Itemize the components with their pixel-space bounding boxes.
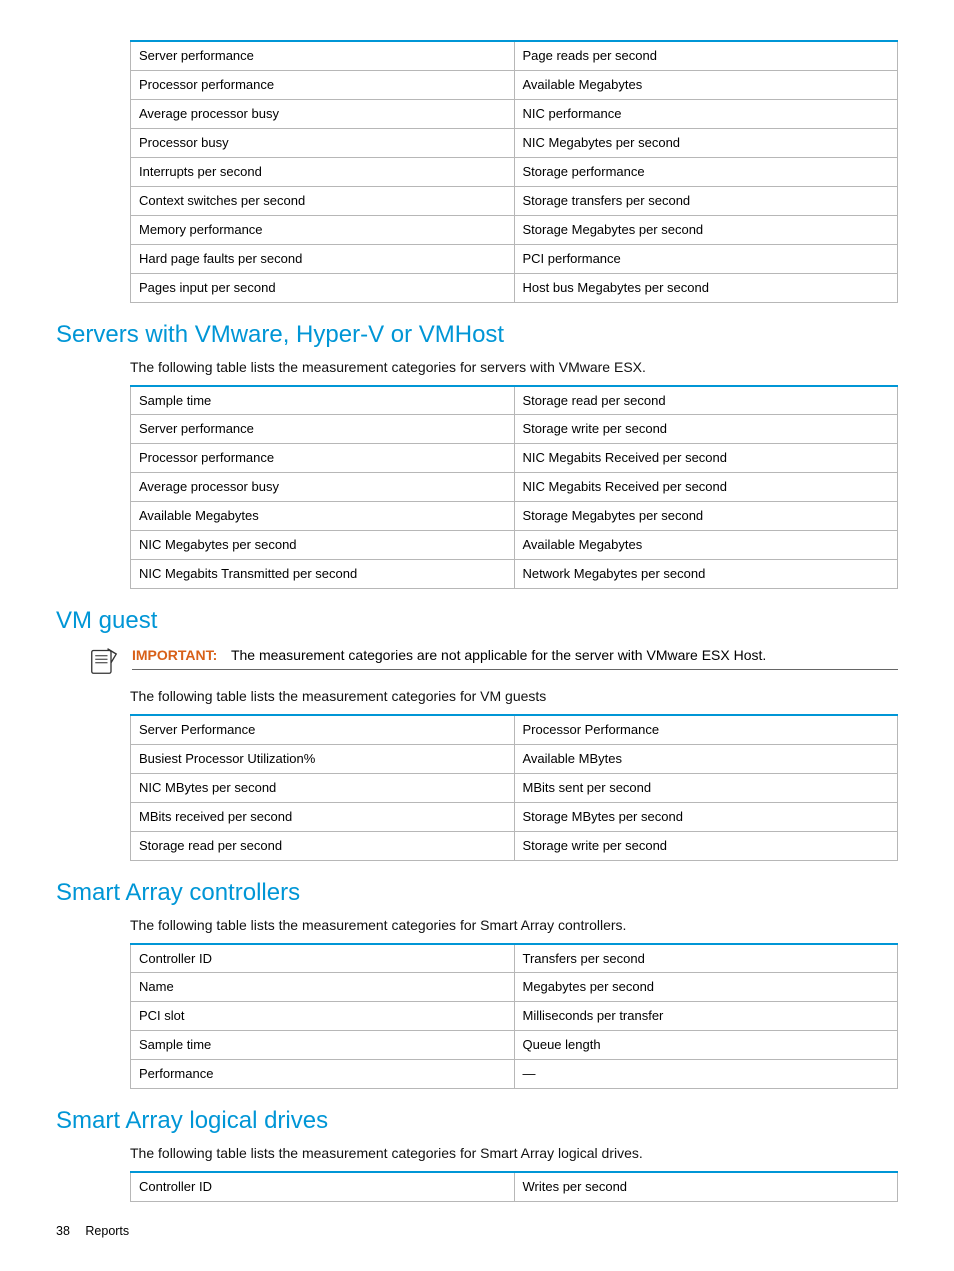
measurement-table-smart-controllers: Controller IDTransfers per second NameMe… (130, 943, 898, 1090)
intro-smart-array-controllers: The following table lists the measuremen… (130, 917, 898, 933)
cell: NIC Megabits Transmitted per second (131, 560, 515, 589)
measurement-table-smart-logical: Controller IDWrites per second (130, 1171, 898, 1202)
cell: NIC MBytes per second (131, 773, 515, 802)
cell: Milliseconds per transfer (514, 1002, 898, 1031)
cell: Storage Megabytes per second (514, 502, 898, 531)
cell: — (514, 1060, 898, 1089)
cell: Server performance (131, 415, 515, 444)
cell: Processor Performance (514, 715, 898, 744)
cell: Available Megabytes (131, 502, 515, 531)
cell: Storage read per second (131, 831, 515, 860)
heading-vmware: Servers with VMware, Hyper-V or VMHost (56, 321, 898, 349)
cell: Hard page faults per second (131, 244, 515, 273)
cell: Busiest Processor Utilization% (131, 744, 515, 773)
intro-vmware: The following table lists the measuremen… (130, 359, 898, 375)
heading-smart-array-logical: Smart Array logical drives (56, 1107, 898, 1135)
cell: NIC Megabytes per second (131, 531, 515, 560)
cell: NIC performance (514, 99, 898, 128)
page-footer: 38 Reports (56, 1224, 898, 1238)
cell: Available MBytes (514, 744, 898, 773)
footer-section: Reports (85, 1224, 129, 1238)
cell: Processor performance (131, 444, 515, 473)
cell: Storage write per second (514, 415, 898, 444)
cell: Available Megabytes (514, 70, 898, 99)
cell: Storage MBytes per second (514, 802, 898, 831)
cell: Queue length (514, 1031, 898, 1060)
cell: Sample time (131, 1031, 515, 1060)
cell: Storage Megabytes per second (514, 215, 898, 244)
cell: Transfers per second (514, 944, 898, 973)
measurement-table-1: Server performancePage reads per second … (130, 40, 898, 303)
cell: Average processor busy (131, 99, 515, 128)
heading-vm-guest: VM guest (56, 607, 898, 635)
cell: NIC Megabytes per second (514, 128, 898, 157)
cell: Megabytes per second (514, 973, 898, 1002)
cell: Network Megabytes per second (514, 560, 898, 589)
cell: Performance (131, 1060, 515, 1089)
cell: Storage read per second (514, 386, 898, 415)
cell: NIC Megabits Received per second (514, 473, 898, 502)
cell: Controller ID (131, 1172, 515, 1201)
cell: Name (131, 973, 515, 1002)
important-note: IMPORTANT: The measurement categories ar… (56, 645, 898, 678)
cell: Storage performance (514, 157, 898, 186)
intro-smart-array-logical: The following table lists the measuremen… (130, 1145, 898, 1161)
measurement-table-vm-guest: Server PerformanceProcessor Performance … (130, 714, 898, 861)
cell: Processor busy (131, 128, 515, 157)
cell: PCI performance (514, 244, 898, 273)
cell: Writes per second (514, 1172, 898, 1201)
cell: Host bus Megabytes per second (514, 273, 898, 302)
important-label: IMPORTANT: (132, 647, 217, 663)
cell: MBits received per second (131, 802, 515, 831)
cell: Average processor busy (131, 473, 515, 502)
cell: Available Megabytes (514, 531, 898, 560)
important-text: The measurement categories are not appli… (231, 647, 766, 663)
cell: MBits sent per second (514, 773, 898, 802)
cell: Controller ID (131, 944, 515, 973)
intro-vm-guest: The following table lists the measuremen… (130, 688, 898, 704)
measurement-table-vmware: Sample timeStorage read per second Serve… (130, 385, 898, 590)
cell: Server performance (131, 41, 515, 70)
cell: Storage write per second (514, 831, 898, 860)
cell: Memory performance (131, 215, 515, 244)
cell: Pages input per second (131, 273, 515, 302)
heading-smart-array-controllers: Smart Array controllers (56, 879, 898, 907)
page-number: 38 (56, 1224, 70, 1238)
cell: Page reads per second (514, 41, 898, 70)
cell: Sample time (131, 386, 515, 415)
cell: Server Performance (131, 715, 515, 744)
cell: Context switches per second (131, 186, 515, 215)
cell: Storage transfers per second (514, 186, 898, 215)
cell: Processor performance (131, 70, 515, 99)
cell: PCI slot (131, 1002, 515, 1031)
cell: NIC Megabits Received per second (514, 444, 898, 473)
cell: Interrupts per second (131, 157, 515, 186)
important-icon (90, 647, 118, 678)
